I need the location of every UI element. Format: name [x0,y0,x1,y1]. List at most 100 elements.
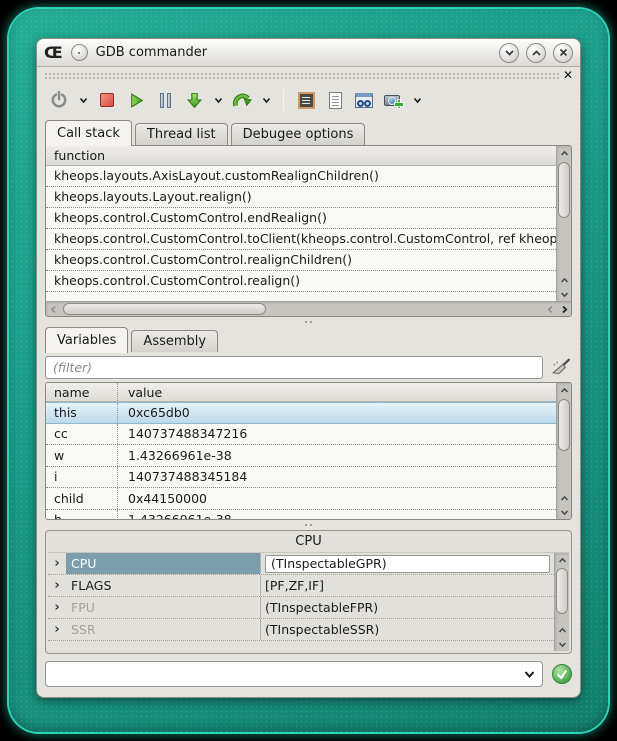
clear-filter-button[interactable] [550,355,572,379]
scroll-left-button[interactable] [46,302,60,316]
shade-button[interactable] [499,43,519,63]
debug-toolbar [37,83,580,117]
call-stack-panel: function kheops.layouts.AxisLayout.custo… [45,145,572,317]
add-watch-button[interactable] [382,88,404,112]
tab-call-stack[interactable]: Call stack [45,120,132,146]
scroll-up-button[interactable] [557,146,571,160]
variable-row-cc[interactable]: cc 140737488347216 [46,424,556,446]
pause-button[interactable] [154,88,176,112]
callstack-row[interactable]: kheops.layouts.AxisLayout.customRealignC… [46,166,556,187]
splitter-handle[interactable] [37,317,580,327]
tab-assembly[interactable]: Assembly [131,330,218,352]
variable-row-child[interactable]: child 0x44150000 [46,488,556,510]
unshade-button[interactable] [526,43,546,63]
app-logo-icon: Œ [44,45,63,61]
variables-panel: name value this 0xc65db0 cc 140737488347… [45,382,572,520]
memory-button[interactable] [324,88,346,112]
command-combobox[interactable] [45,661,543,687]
filter-row [37,352,580,382]
pin-button[interactable] [71,44,88,61]
dock-grip[interactable]: ✕ [44,69,573,83]
step-over-dropdown-button[interactable] [260,88,272,112]
variable-row-h[interactable]: h 1.43266961e-38 [46,510,556,520]
cpu-row-flags[interactable]: › FLAGS [PF,ZF,IF] [48,575,554,597]
stop-icon [100,93,114,107]
callstack-horizontal-scrollbar[interactable] [46,301,571,316]
chevron-up-icon [558,557,567,564]
power-dropdown-button[interactable] [77,88,89,112]
variable-row-i[interactable]: i 140737488345184 [46,467,556,489]
stop-button[interactable] [96,88,118,112]
dock-close-button[interactable]: ✕ [563,68,573,82]
chevron-down-icon [262,97,271,104]
scroll-up-button[interactable] [557,273,571,287]
variables-vertical-scrollbar[interactable] [556,383,571,519]
power-button[interactable] [48,88,70,112]
grip-texture [44,72,559,80]
scroll-left-button[interactable] [543,302,557,316]
chevron-down-icon[interactable] [523,670,536,679]
scroll-thumb[interactable] [558,399,570,451]
callstack-row[interactable]: kheops.control.CustomControl.realignChil… [46,250,556,271]
scroll-up-button[interactable] [557,491,571,505]
tab-debugee-options[interactable]: Debugee options [231,123,366,145]
registers-icon [298,92,315,109]
scroll-down-button[interactable] [557,505,571,519]
cpu-row-fpu[interactable]: › FPU (TInspectableFPR) [48,597,554,619]
step-into-button[interactable] [183,88,205,112]
titlebar[interactable]: Œ GDB commander [37,39,580,67]
cpu-row-gpr[interactable]: › CPU (TInspectableGPR) [48,553,554,575]
cpu-vertical-scrollbar[interactable] [554,553,569,651]
scroll-up-button[interactable] [555,553,569,567]
value-column-header[interactable]: value [118,385,556,400]
splitter-handle[interactable] [37,520,580,530]
callstack-row[interactable]: kheops.control.CustomControl.realign() [46,271,556,292]
scroll-right-button[interactable] [557,302,571,316]
callstack-row[interactable]: kheops.layouts.Layout.realign() [46,187,556,208]
tab-thread-list[interactable]: Thread list [135,123,228,145]
callstack-column-header[interactable]: function [46,146,556,166]
scroll-up-button[interactable] [557,383,571,397]
step-into-dropdown-button[interactable] [212,88,224,112]
run-button[interactable] [125,88,147,112]
watch-window-button[interactable] [353,88,375,112]
cpu-row-ssr[interactable]: › SSR (TInspectableSSR) [48,619,554,641]
scroll-thumb[interactable] [556,568,568,614]
memory-icon [329,92,342,109]
cpu-groupbox: CPU › CPU (TInspectableGPR) › FLAGS [PF,… [45,530,572,654]
add-watch-dropdown-button[interactable] [411,88,423,112]
chevron-right-icon [561,305,568,314]
toolbar-separator [283,89,284,111]
pin-dot-icon [78,52,80,54]
callstack-row[interactable]: kheops.control.CustomControl.toClient(kh… [46,229,556,250]
chevron-up-icon [560,387,569,394]
command-input[interactable] [52,667,523,682]
variable-row-w[interactable]: w 1.43266961e-38 [46,445,556,467]
callstack-row[interactable]: kheops.control.CustomControl.endRealign(… [46,208,556,229]
tab-variables[interactable]: Variables [45,327,128,353]
scroll-down-button[interactable] [555,637,569,651]
cpu-group-title: CPU [46,531,571,552]
variables-column-headers[interactable]: name value [46,383,556,402]
broom-icon [551,358,571,376]
chevron-up-icon [560,495,569,502]
scroll-thumb[interactable] [558,162,570,218]
expand-icon[interactable]: › [48,553,66,574]
variable-row-this[interactable]: this 0xc65db0 [46,402,556,424]
send-command-button[interactable] [552,664,572,684]
chevron-down-icon [413,97,422,104]
scroll-up-button[interactable] [555,623,569,637]
chevron-down-icon [558,641,567,648]
expand-icon[interactable]: › [48,619,66,640]
step-over-button[interactable] [231,88,253,112]
registers-button[interactable] [295,88,317,112]
filter-input[interactable] [45,356,543,379]
scroll-down-button[interactable] [557,287,571,301]
gpr-value-field[interactable]: (TInspectableGPR) [265,555,550,573]
close-window-button[interactable] [553,43,573,63]
scroll-thumb[interactable] [63,303,266,315]
callstack-vertical-scrollbar[interactable] [556,146,571,301]
name-column-header[interactable]: name [46,383,118,401]
expand-icon[interactable]: › [48,597,66,618]
expand-icon[interactable]: › [48,575,66,596]
